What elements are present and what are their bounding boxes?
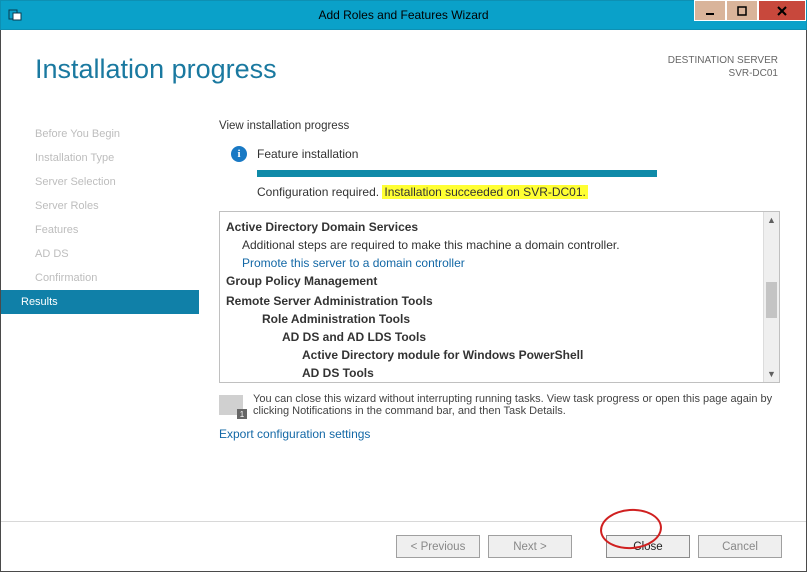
export-settings-link[interactable]: Export configuration settings <box>219 427 370 441</box>
content: View installation progress i Feature ins… <box>199 120 806 521</box>
step-server-selection: Server Selection <box>1 170 199 194</box>
tree-role-admin: Role Administration Tools <box>226 310 753 328</box>
wizard-steps: Before You Begin Installation Type Serve… <box>1 120 199 521</box>
status-line: Configuration required. Installation suc… <box>257 185 780 199</box>
status-prefix: Configuration required. <box>257 185 382 199</box>
tree-adds-tools: AD DS Tools <box>226 364 753 382</box>
details-body: Active Directory Domain Services Additio… <box>220 212 763 382</box>
step-ad-ds: AD DS <box>1 242 199 266</box>
minimize-button[interactable] <box>694 0 726 21</box>
tree-adds: Active Directory Domain Services <box>226 218 753 236</box>
info-icon: i <box>231 146 247 162</box>
scroll-up-icon[interactable]: ▲ <box>764 212 779 228</box>
window-title: Add Roles and Features Wizard <box>1 8 806 22</box>
status-highlight: Installation succeeded on SVR-DC01. <box>382 185 587 199</box>
dialog-body: Installation progress DESTINATION SERVER… <box>0 30 807 572</box>
step-confirmation: Confirmation <box>1 266 199 290</box>
scrollbar[interactable]: ▲ ▼ <box>763 212 779 382</box>
footer: < Previous Next > Close Cancel <box>1 521 806 571</box>
titlebar: Add Roles and Features Wizard <box>0 0 807 30</box>
feature-install-label: Feature installation <box>257 147 358 161</box>
maximize-button[interactable] <box>726 0 758 21</box>
step-server-roles: Server Roles <box>1 194 199 218</box>
hint: 1 You can close this wizard without inte… <box>219 393 780 417</box>
details-box: Active Directory Domain Services Additio… <box>219 211 780 383</box>
step-before-you-begin: Before You Begin <box>1 122 199 146</box>
main: Before You Begin Installation Type Serve… <box>1 120 806 521</box>
scroll-thumb[interactable] <box>766 282 777 318</box>
feature-install-row: i Feature installation <box>231 146 780 162</box>
step-installation-type: Installation Type <box>1 146 199 170</box>
tree-ad-ps: Active Directory module for Windows Powe… <box>226 346 753 364</box>
destination-value: SVR-DC01 <box>668 67 778 80</box>
tree-rsat: Remote Server Administration Tools <box>226 292 753 310</box>
window-controls <box>694 1 806 29</box>
content-subtitle: View installation progress <box>219 120 780 132</box>
promote-link[interactable]: Promote this server to a domain controll… <box>226 256 465 270</box>
previous-button: < Previous <box>396 535 480 558</box>
notifications-icon: 1 <box>219 395 243 415</box>
header: Installation progress DESTINATION SERVER… <box>1 30 806 85</box>
cancel-button: Cancel <box>698 535 782 558</box>
close-button[interactable]: Close <box>606 535 690 558</box>
step-features: Features <box>1 218 199 242</box>
destination-server: DESTINATION SERVER SVR-DC01 <box>668 54 778 80</box>
hint-text: You can close this wizard without interr… <box>253 393 780 417</box>
flag-icon: 1 <box>237 409 247 419</box>
app-icon <box>1 1 29 29</box>
next-button: Next > <box>488 535 572 558</box>
step-results[interactable]: Results <box>1 290 199 314</box>
tree-gpm: Group Policy Management <box>226 272 753 290</box>
tree-adds-note: Additional steps are required to make th… <box>226 236 753 254</box>
tree-adds-lds: AD DS and AD LDS Tools <box>226 328 753 346</box>
progress-bar <box>257 170 657 177</box>
scroll-down-icon[interactable]: ▼ <box>764 366 779 382</box>
page-heading: Installation progress <box>35 54 668 85</box>
destination-label: DESTINATION SERVER <box>668 54 778 67</box>
close-window-button[interactable] <box>758 0 806 21</box>
